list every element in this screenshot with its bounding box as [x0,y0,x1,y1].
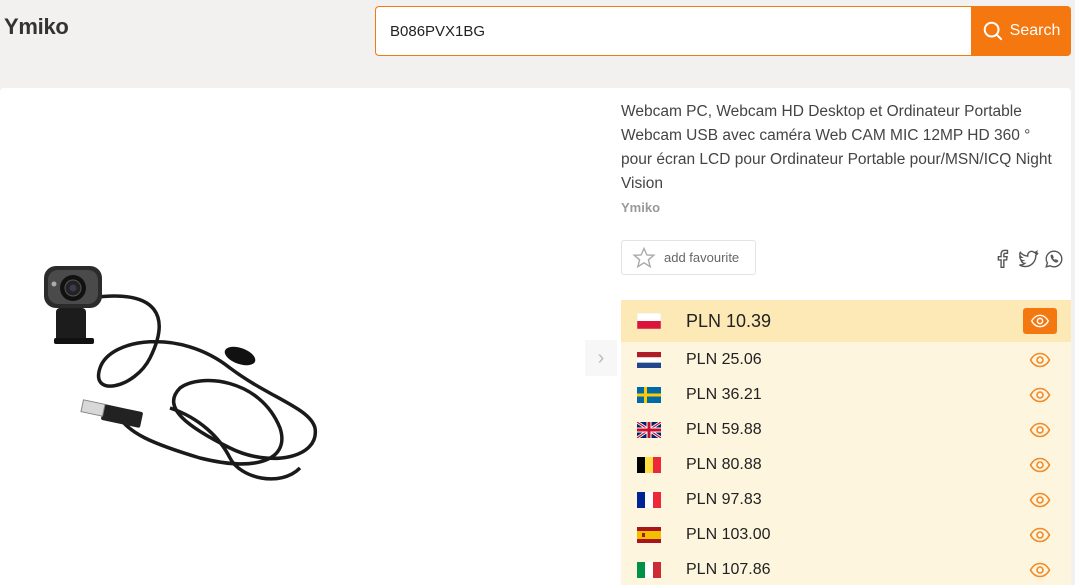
price-row[interactable]: PLN 25.06 [621,342,1071,377]
search-bar: Search [375,6,1071,56]
price-row[interactable]: PLN 97.83 [621,482,1071,517]
view-offer-button[interactable] [1023,308,1057,334]
eye-icon[interactable] [1029,422,1051,438]
flag-se-icon [637,386,661,403]
price-comparison-list: PLN 10.39 PLN 25.06 PLN 36.21 PLN 59.88 PLN … [621,300,1071,585]
search-button-label: Search [1009,22,1061,39]
price-value: PLN 103.00 [686,525,771,543]
price-row[interactable]: PLN 80.88 [621,447,1071,482]
product-brand[interactable]: Ymiko [621,200,660,215]
eye-icon[interactable] [1029,387,1051,403]
price-value: PLN 97.83 [686,490,762,508]
flag-es-icon [637,526,661,543]
eye-icon[interactable] [1029,562,1051,578]
price-row[interactable]: PLN 59.88 [621,412,1071,447]
price-value: PLN 59.88 [686,420,762,438]
product-title: Webcam PC, Webcam HD Desktop et Ordinate… [621,103,1052,192]
share-buttons [991,248,1065,270]
price-row[interactable]: PLN 10.39 [621,300,1071,342]
star-icon [632,246,656,268]
price-row[interactable]: PLN 107.86 [621,552,1071,585]
image-next-arrow[interactable]: › [585,340,617,376]
site-logo[interactable]: Ymiko [4,14,69,40]
price-value: PLN 10.39 [686,310,772,331]
flag-pl-icon [637,313,661,329]
price-value: PLN 36.21 [686,385,762,403]
product-card: › Webcam PC, Webcam HD Desktop et Ordina… [0,88,1071,585]
flag-gb-icon [637,421,661,438]
flag-it-icon [637,561,661,578]
add-favourite-label: add favourite [664,250,740,265]
search-icon [983,21,1003,41]
eye-icon[interactable] [1029,527,1051,543]
twitter-icon[interactable] [1017,248,1039,270]
facebook-icon[interactable] [991,248,1013,270]
search-button[interactable]: Search [971,6,1071,56]
flag-fr-icon [637,491,661,508]
flag-be-icon [637,456,661,473]
price-value: PLN 107.86 [686,560,771,578]
price-value: PLN 80.88 [686,455,762,473]
flag-nl-icon [637,351,661,368]
eye-icon [1030,314,1050,328]
eye-icon[interactable] [1029,492,1051,508]
whatsapp-icon[interactable] [1043,248,1065,270]
search-input[interactable] [375,6,971,56]
price-row[interactable]: PLN 103.00 [621,517,1071,552]
eye-icon[interactable] [1029,457,1051,473]
product-image[interactable] [30,258,330,528]
price-row[interactable]: PLN 36.21 [621,377,1071,412]
add-favourite-button[interactable]: add favourite [621,240,756,275]
price-value: PLN 25.06 [686,350,762,368]
eye-icon[interactable] [1029,352,1051,368]
